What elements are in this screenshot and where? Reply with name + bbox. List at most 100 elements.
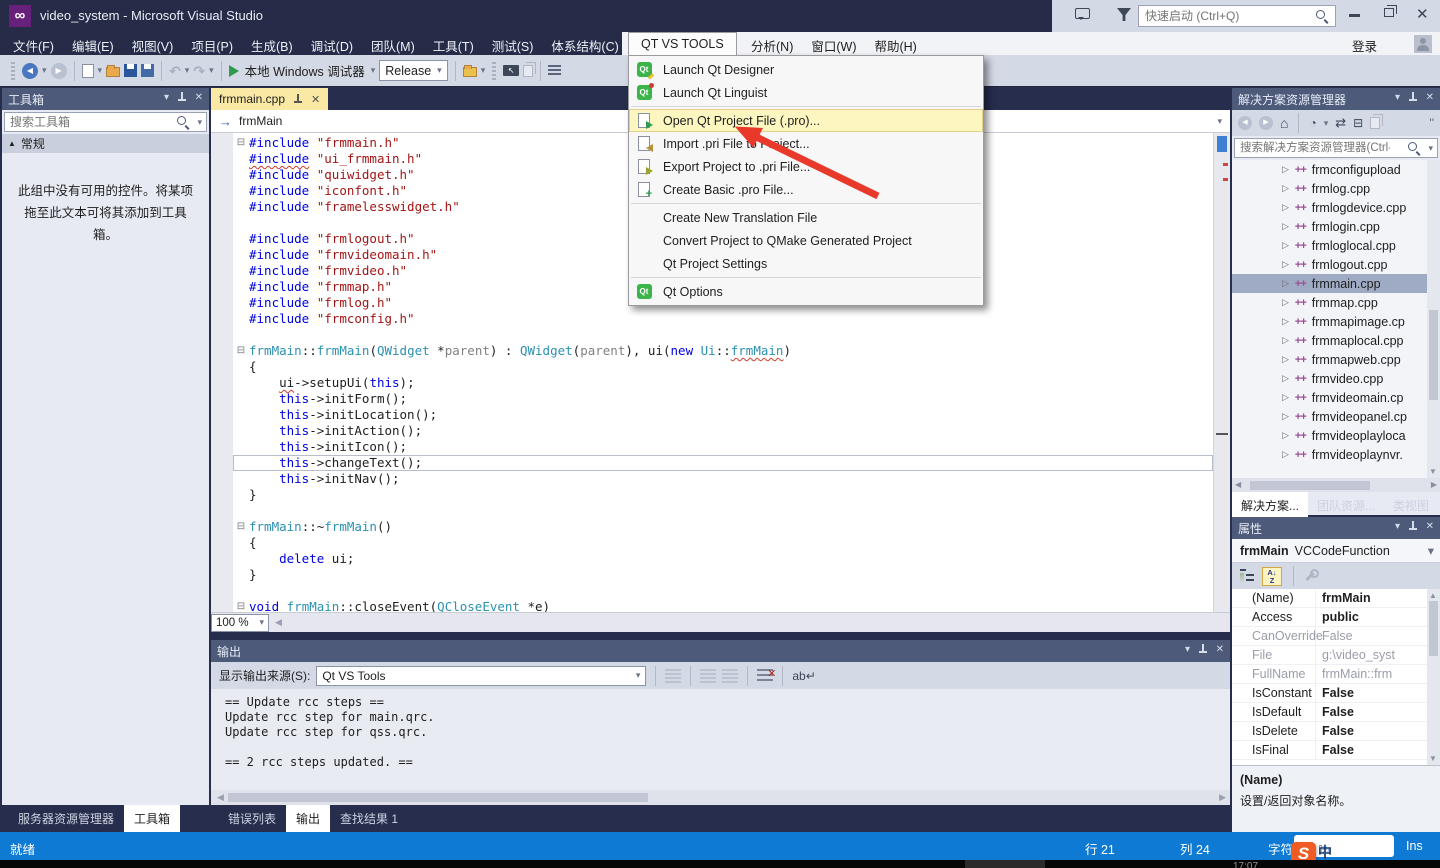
file-tree-item[interactable]: ▷++frmvideo.cpp xyxy=(1232,369,1440,388)
code-line[interactable]: delete ui; xyxy=(233,551,1213,567)
indicator-margin[interactable] xyxy=(211,133,233,612)
editor-vertical-scrollbar[interactable] xyxy=(1213,133,1230,612)
configuration-combo[interactable]: Release ▾ xyxy=(379,60,447,81)
panel-tab[interactable]: 团队资源... xyxy=(1308,492,1384,519)
file-tree-item[interactable]: ▷++frmmap.cpp xyxy=(1232,293,1440,312)
property-row[interactable]: IsFinalFalse xyxy=(1232,741,1440,760)
expand-icon[interactable]: ▷ xyxy=(1282,164,1289,175)
code-line[interactable] xyxy=(233,503,1213,519)
close-icon[interactable]: ✕ xyxy=(1426,92,1434,103)
property-row[interactable]: (Name)frmMain xyxy=(1232,589,1440,608)
quick-launch-input[interactable] xyxy=(1145,8,1305,24)
feedback-icon[interactable] xyxy=(1075,8,1090,19)
toolbox-section-general[interactable]: ▲ 常规 xyxy=(2,134,209,153)
output-source-combo[interactable]: Qt VS Tools ▾ xyxy=(316,666,646,686)
qt-menu-item[interactable]: Qt Project Settings xyxy=(629,252,983,275)
tree-vertical-scrollbar[interactable]: ▼ xyxy=(1427,160,1440,478)
window-position-icon[interactable]: ▾ xyxy=(1185,644,1190,655)
nav-forward-icon[interactable]: ▶ xyxy=(51,63,67,79)
scroll-up-icon[interactable]: ▲ xyxy=(1429,591,1437,600)
code-line[interactable]: ⊟frmMain::frmMain(QWidget *parent) : QWi… xyxy=(233,343,1213,359)
expand-icon[interactable]: ▷ xyxy=(1282,449,1289,460)
qt-menu-item[interactable]: QtLaunch Qt Linguist xyxy=(629,81,983,104)
property-row[interactable]: IsConstantFalse xyxy=(1232,684,1440,703)
file-tree-item[interactable]: ▷++frmmapweb.cpp xyxy=(1232,350,1440,369)
code-line[interactable]: this->initForm(); xyxy=(233,391,1213,407)
close-icon[interactable]: ✕ xyxy=(1426,521,1434,532)
solution-explorer-header[interactable]: 解决方案资源管理器 ▾ ✕ xyxy=(1232,88,1440,110)
file-tree-item[interactable]: ▷++frmloglocal.cpp xyxy=(1232,236,1440,255)
property-value[interactable]: False xyxy=(1316,722,1440,740)
output-horizontal-scrollbar[interactable]: ◀ ▶ xyxy=(211,790,1230,805)
zoom-level-combo[interactable]: 100 % ▾ xyxy=(211,614,269,632)
property-value[interactable]: False xyxy=(1316,703,1440,721)
file-tree-item[interactable]: ▷++frmvideoplaynvr. xyxy=(1232,445,1440,464)
home-icon[interactable]: ⌂ xyxy=(1280,115,1288,131)
expand-icon[interactable]: ▷ xyxy=(1282,411,1289,422)
toolbar-overflow-icon[interactable]: '' xyxy=(1429,116,1434,130)
window-position-icon[interactable]: ▾ xyxy=(164,92,169,103)
output-header[interactable]: 输出 ▾ ✕ xyxy=(211,640,1230,662)
code-line[interactable]: this->changeText(); xyxy=(233,455,1213,471)
qt-menu-item[interactable]: Create New Translation File xyxy=(629,206,983,229)
expand-icon[interactable]: ▷ xyxy=(1282,259,1289,270)
qt-menu-item[interactable]: Import .pri File to Project... xyxy=(629,132,983,155)
property-row[interactable]: IsDefaultFalse xyxy=(1232,703,1440,722)
code-line[interactable]: ui->setupUi(this); xyxy=(233,375,1213,391)
scrollbar-thumb[interactable] xyxy=(228,793,648,802)
solution-search-input[interactable] xyxy=(1240,141,1390,155)
qt-menu-item[interactable]: Create Basic .pro File... xyxy=(629,178,983,201)
fold-icon[interactable]: ⊟ xyxy=(233,343,249,359)
property-row[interactable]: CanOverrideFalse xyxy=(1232,627,1440,646)
forward-icon[interactable]: ▶ xyxy=(1259,116,1273,130)
toolbar-grip[interactable] xyxy=(11,62,15,80)
expand-icon[interactable]: ▷ xyxy=(1282,297,1289,308)
qt-menu-item[interactable]: QtLaunch Qt Designer xyxy=(629,58,983,81)
tool-window-tab[interactable]: 错误列表 xyxy=(218,805,286,832)
pin-icon[interactable] xyxy=(1408,521,1418,535)
scrollbar-thumb[interactable] xyxy=(1429,310,1438,400)
tree-horizontal-scrollbar[interactable]: ◀ ▶ xyxy=(1232,478,1440,492)
code-line[interactable]: } xyxy=(233,567,1213,583)
next-message-icon[interactable] xyxy=(722,669,738,683)
property-row[interactable]: FullNamefrmMain::frm xyxy=(1232,665,1440,684)
scroll-down-icon[interactable]: ▼ xyxy=(1429,754,1437,763)
quick-launch-box[interactable] xyxy=(1138,5,1336,27)
nav-dropdown-icon[interactable]: ▾ xyxy=(1217,116,1222,127)
code-line[interactable]: this->initNav(); xyxy=(233,471,1213,487)
toolbox-search-input[interactable] xyxy=(10,115,150,129)
expand-icon[interactable]: ▷ xyxy=(1282,278,1289,289)
panel-tab[interactable]: 解决方案... xyxy=(1232,492,1308,519)
file-tree-item[interactable]: ▷++frmvideomain.cp xyxy=(1232,388,1440,407)
code-line[interactable]: this->initAction(); xyxy=(233,423,1213,439)
expand-icon[interactable]: ▷ xyxy=(1282,183,1289,194)
file-tree-item[interactable]: ▷++frmvideoplayloca xyxy=(1232,426,1440,445)
scrollbar-thumb[interactable] xyxy=(1250,481,1370,490)
navigate-to-icon[interactable]: ↖ xyxy=(503,65,519,76)
close-icon[interactable]: ✕ xyxy=(1216,644,1224,655)
property-value[interactable]: False xyxy=(1316,684,1440,702)
hscroll-left-icon[interactable]: ◀ xyxy=(1235,480,1241,489)
expand-icon[interactable]: ▷ xyxy=(1282,316,1289,327)
file-tree-item[interactable]: ▷++frmlogdevice.cpp xyxy=(1232,198,1440,217)
property-value[interactable]: g:\video_syst xyxy=(1316,646,1440,664)
expand-icon[interactable]: ▷ xyxy=(1282,335,1289,346)
fold-icon[interactable]: ⊟ xyxy=(233,519,249,535)
taskbar-button[interactable] xyxy=(965,860,1045,868)
find-message-icon[interactable] xyxy=(665,669,681,683)
new-file-dropdown-icon[interactable]: ▾ xyxy=(98,65,103,76)
hscroll-right-icon[interactable]: ▶ xyxy=(1219,792,1226,803)
toolbox-header[interactable]: 工具箱 ▾ ✕ xyxy=(2,88,209,110)
toolbar-grip[interactable] xyxy=(492,62,496,80)
file-tree-item[interactable]: ▷++frmconfigupload xyxy=(1232,160,1440,179)
window-position-icon[interactable]: ▾ xyxy=(1395,521,1400,532)
file-tree-item[interactable]: ▷++frmmapimage.cp xyxy=(1232,312,1440,331)
nav-back-icon[interactable]: ◀ xyxy=(22,63,38,79)
user-avatar-icon[interactable] xyxy=(1414,35,1432,53)
categorized-view-icon[interactable] xyxy=(1240,569,1254,583)
document-tab-frmmain[interactable]: frmmain.cpp ✕ xyxy=(211,88,328,110)
previous-message-icon[interactable] xyxy=(700,669,716,683)
code-line[interactable]: { xyxy=(233,359,1213,375)
debug-target-dropdown-icon[interactable]: ▾ xyxy=(371,65,376,76)
qt-menu-item[interactable]: Export Project to .pri File... xyxy=(629,155,983,178)
